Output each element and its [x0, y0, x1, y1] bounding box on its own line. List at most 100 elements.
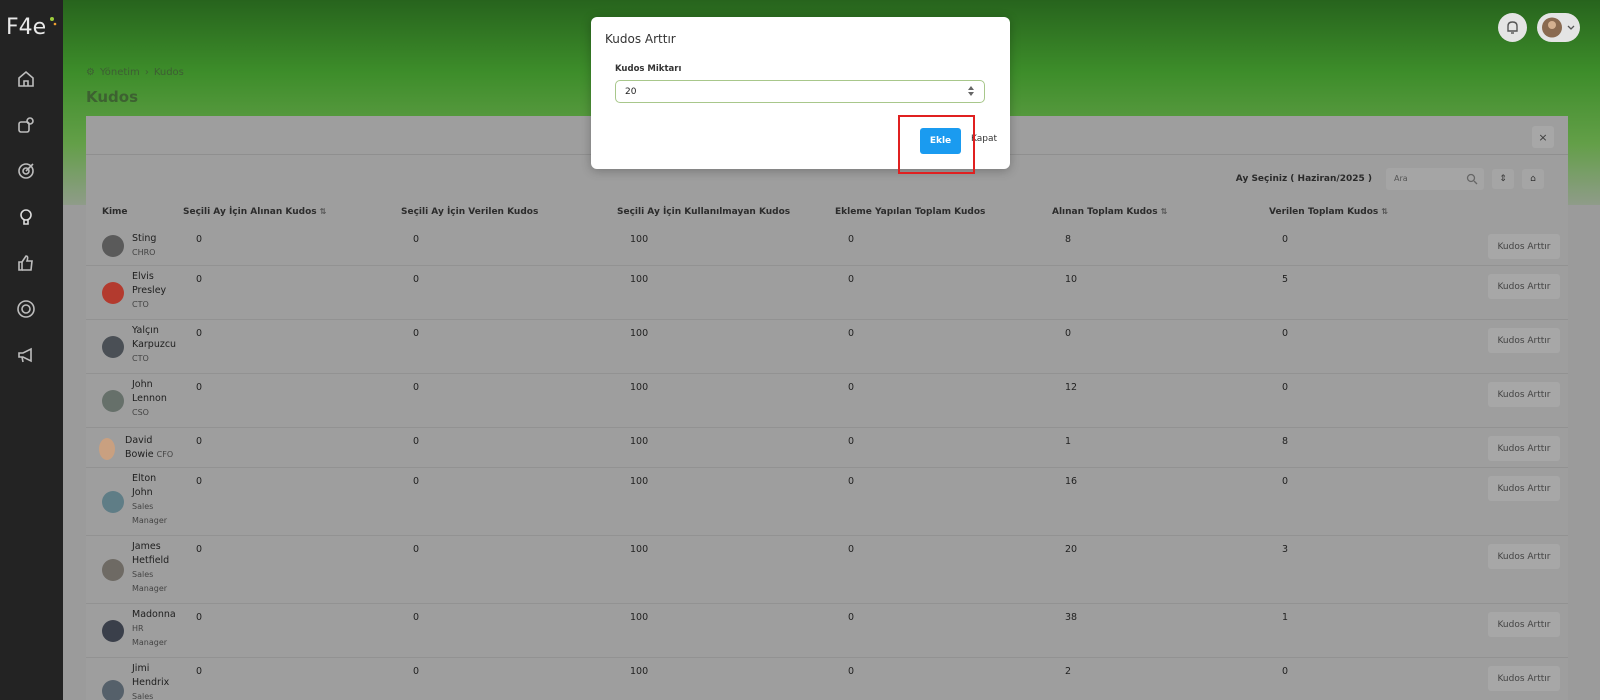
- cell-added-total: 0: [848, 666, 855, 677]
- cell-received-total: 16: [1065, 476, 1078, 487]
- column-header[interactable]: Alınan Toplam Kudos ⇅: [1052, 207, 1167, 217]
- cell-received-total: 8: [1065, 234, 1072, 245]
- cell-given-month: 0: [413, 612, 420, 623]
- column-header: Seçili Ay İçin Kullanılmayan Kudos: [617, 207, 791, 217]
- avatar: [102, 491, 124, 513]
- svg-text:F4e: F4e: [6, 15, 46, 40]
- cell-received-total: 20: [1065, 544, 1078, 555]
- sort-icon: ⇅: [1381, 207, 1389, 216]
- table-toolbar: Ay Seçiniz ( Haziran/2025 ) Ara ⇕ ⌂: [1236, 168, 1544, 190]
- cell-given-month: 0: [413, 274, 420, 285]
- megaphone-icon[interactable]: [15, 344, 37, 366]
- table-row: Elvis Presley CTO 0 0 100 0 10 5 Kudos Ar…: [86, 266, 1568, 320]
- thumbs-up-icon[interactable]: [15, 252, 37, 274]
- close-icon[interactable]: ×: [1532, 126, 1554, 148]
- person-name: John Lennon CSO: [132, 379, 167, 417]
- breadcrumb-current: Kudos: [153, 67, 184, 78]
- user-menu-button[interactable]: [1537, 13, 1580, 42]
- cell-unused-month: 100: [630, 328, 649, 339]
- cell-given-month: 0: [413, 328, 420, 339]
- avatar: [102, 235, 124, 257]
- kudos-increase-button[interactable]: Kudos Arttır: [1488, 666, 1560, 691]
- cell-unused-month: 100: [630, 476, 649, 487]
- kudos-increase-button[interactable]: Kudos Arttır: [1488, 328, 1560, 353]
- column-header[interactable]: Seçili Ay İçin Alınan Kudos ⇅: [183, 207, 326, 217]
- avatar: [102, 336, 124, 358]
- cell-given-month: 0: [413, 666, 420, 677]
- person-name: James Hetfield Sales Manager: [132, 541, 170, 593]
- column-header[interactable]: Verilen Toplam Kudos ⇅: [1269, 207, 1388, 217]
- table-row: Yalçın Karpuzcu CTO 0 0 100 0 0 0 Kudos A…: [86, 320, 1568, 374]
- person-name: David Bowie CFO: [125, 435, 174, 460]
- avatar: [102, 282, 124, 304]
- home-icon[interactable]: [15, 68, 37, 90]
- table-row: Madonna HR Manager 0 0 100 0 38 1 Kudos A…: [86, 604, 1568, 658]
- cell-added-total: 0: [848, 234, 855, 245]
- person-name: Sting CHRO: [132, 233, 157, 257]
- cell-received-month: 0: [196, 666, 203, 677]
- cell-given-total: 8: [1282, 436, 1289, 447]
- number-stepper-icon[interactable]: [966, 84, 976, 98]
- person-name: Madonna HR Manager: [132, 609, 176, 647]
- breadcrumb: ⚙ Yönetim › Kudos: [86, 67, 184, 78]
- cell-received-month: 0: [196, 544, 203, 555]
- kudos-increase-button[interactable]: Kudos Arttır: [1488, 274, 1560, 299]
- print-button[interactable]: ⌂: [1522, 169, 1544, 189]
- target-icon[interactable]: [15, 160, 37, 182]
- cell-given-total: 0: [1282, 476, 1289, 487]
- column-header: Kime: [102, 207, 128, 217]
- kudos-increase-button[interactable]: Kudos Arttır: [1488, 544, 1560, 569]
- kudos-increase-button[interactable]: Kudos Arttır: [1488, 382, 1560, 407]
- cell-given-month: 0: [413, 544, 420, 555]
- cell-added-total: 0: [848, 612, 855, 623]
- cell-given-total: 0: [1282, 382, 1289, 393]
- person-name: Yalçın Karpuzcu CTO: [132, 325, 177, 363]
- circle-target-icon[interactable]: [15, 298, 37, 320]
- cell-unused-month: 100: [630, 234, 649, 245]
- sidebar: F4e: [0, 0, 63, 700]
- kudos-increase-button[interactable]: Kudos Arttır: [1488, 234, 1560, 259]
- cell-received-total: 0: [1065, 328, 1072, 339]
- month-selector[interactable]: Ay Seçiniz ( Haziran/2025 ): [1236, 174, 1372, 184]
- cell-given-total: 1: [1282, 612, 1289, 623]
- lightbulb-icon[interactable]: [15, 206, 37, 228]
- avatar: [99, 438, 115, 460]
- puzzle-icon[interactable]: [15, 114, 37, 136]
- export-button[interactable]: ⇕: [1492, 169, 1514, 189]
- cell-received-month: 0: [196, 274, 203, 285]
- cell-received-month: 0: [196, 476, 203, 487]
- cell-received-total: 2: [1065, 666, 1072, 677]
- cell-given-total: 3: [1282, 544, 1289, 555]
- cell-given-total: 0: [1282, 666, 1289, 677]
- cell-added-total: 0: [848, 436, 855, 447]
- search-input[interactable]: Ara: [1386, 168, 1484, 190]
- kudos-increase-button[interactable]: Kudos Arttır: [1488, 612, 1560, 637]
- cell-unused-month: 100: [630, 544, 649, 555]
- table-row: John Lennon CSO 0 0 100 0 12 0 Kudos Artt…: [86, 374, 1568, 428]
- table-row: Sting CHRO 0 0 100 0 8 0 Kudos Arttır: [86, 226, 1568, 266]
- cell-received-month: 0: [196, 382, 203, 393]
- table-row: James Hetfield Sales Manager 0 0 100 0 20…: [86, 536, 1568, 604]
- kudos-amount-input[interactable]: [615, 80, 985, 103]
- avatar: [102, 680, 124, 700]
- cell-unused-month: 100: [630, 436, 649, 447]
- cell-received-month: 0: [196, 436, 203, 447]
- cell-received-total: 10: [1065, 274, 1078, 285]
- cell-received-total: 38: [1065, 612, 1078, 623]
- kudos-card: × Ay Seçiniz ( Haziran/2025 ) Ara ⇕ ⌂ Ki…: [86, 116, 1568, 700]
- cell-unused-month: 100: [630, 666, 649, 677]
- f4e-logo[interactable]: F4e: [6, 10, 58, 40]
- cell-added-total: 0: [848, 544, 855, 555]
- cell-received-month: 0: [196, 234, 203, 245]
- cell-given-total: 0: [1282, 234, 1289, 245]
- avatar: [102, 620, 124, 642]
- sort-icon: ⇅: [319, 207, 327, 216]
- kudos-increase-button[interactable]: Kudos Arttır: [1488, 476, 1560, 501]
- notification-button[interactable]: [1498, 13, 1527, 42]
- breadcrumb-section[interactable]: Yönetim: [100, 67, 140, 78]
- kudos-increase-button[interactable]: Kudos Arttır: [1488, 436, 1560, 461]
- cell-received-total: 12: [1065, 382, 1078, 393]
- search-icon: [1466, 173, 1478, 185]
- cell-given-month: 0: [413, 234, 420, 245]
- avatar: [102, 559, 124, 581]
